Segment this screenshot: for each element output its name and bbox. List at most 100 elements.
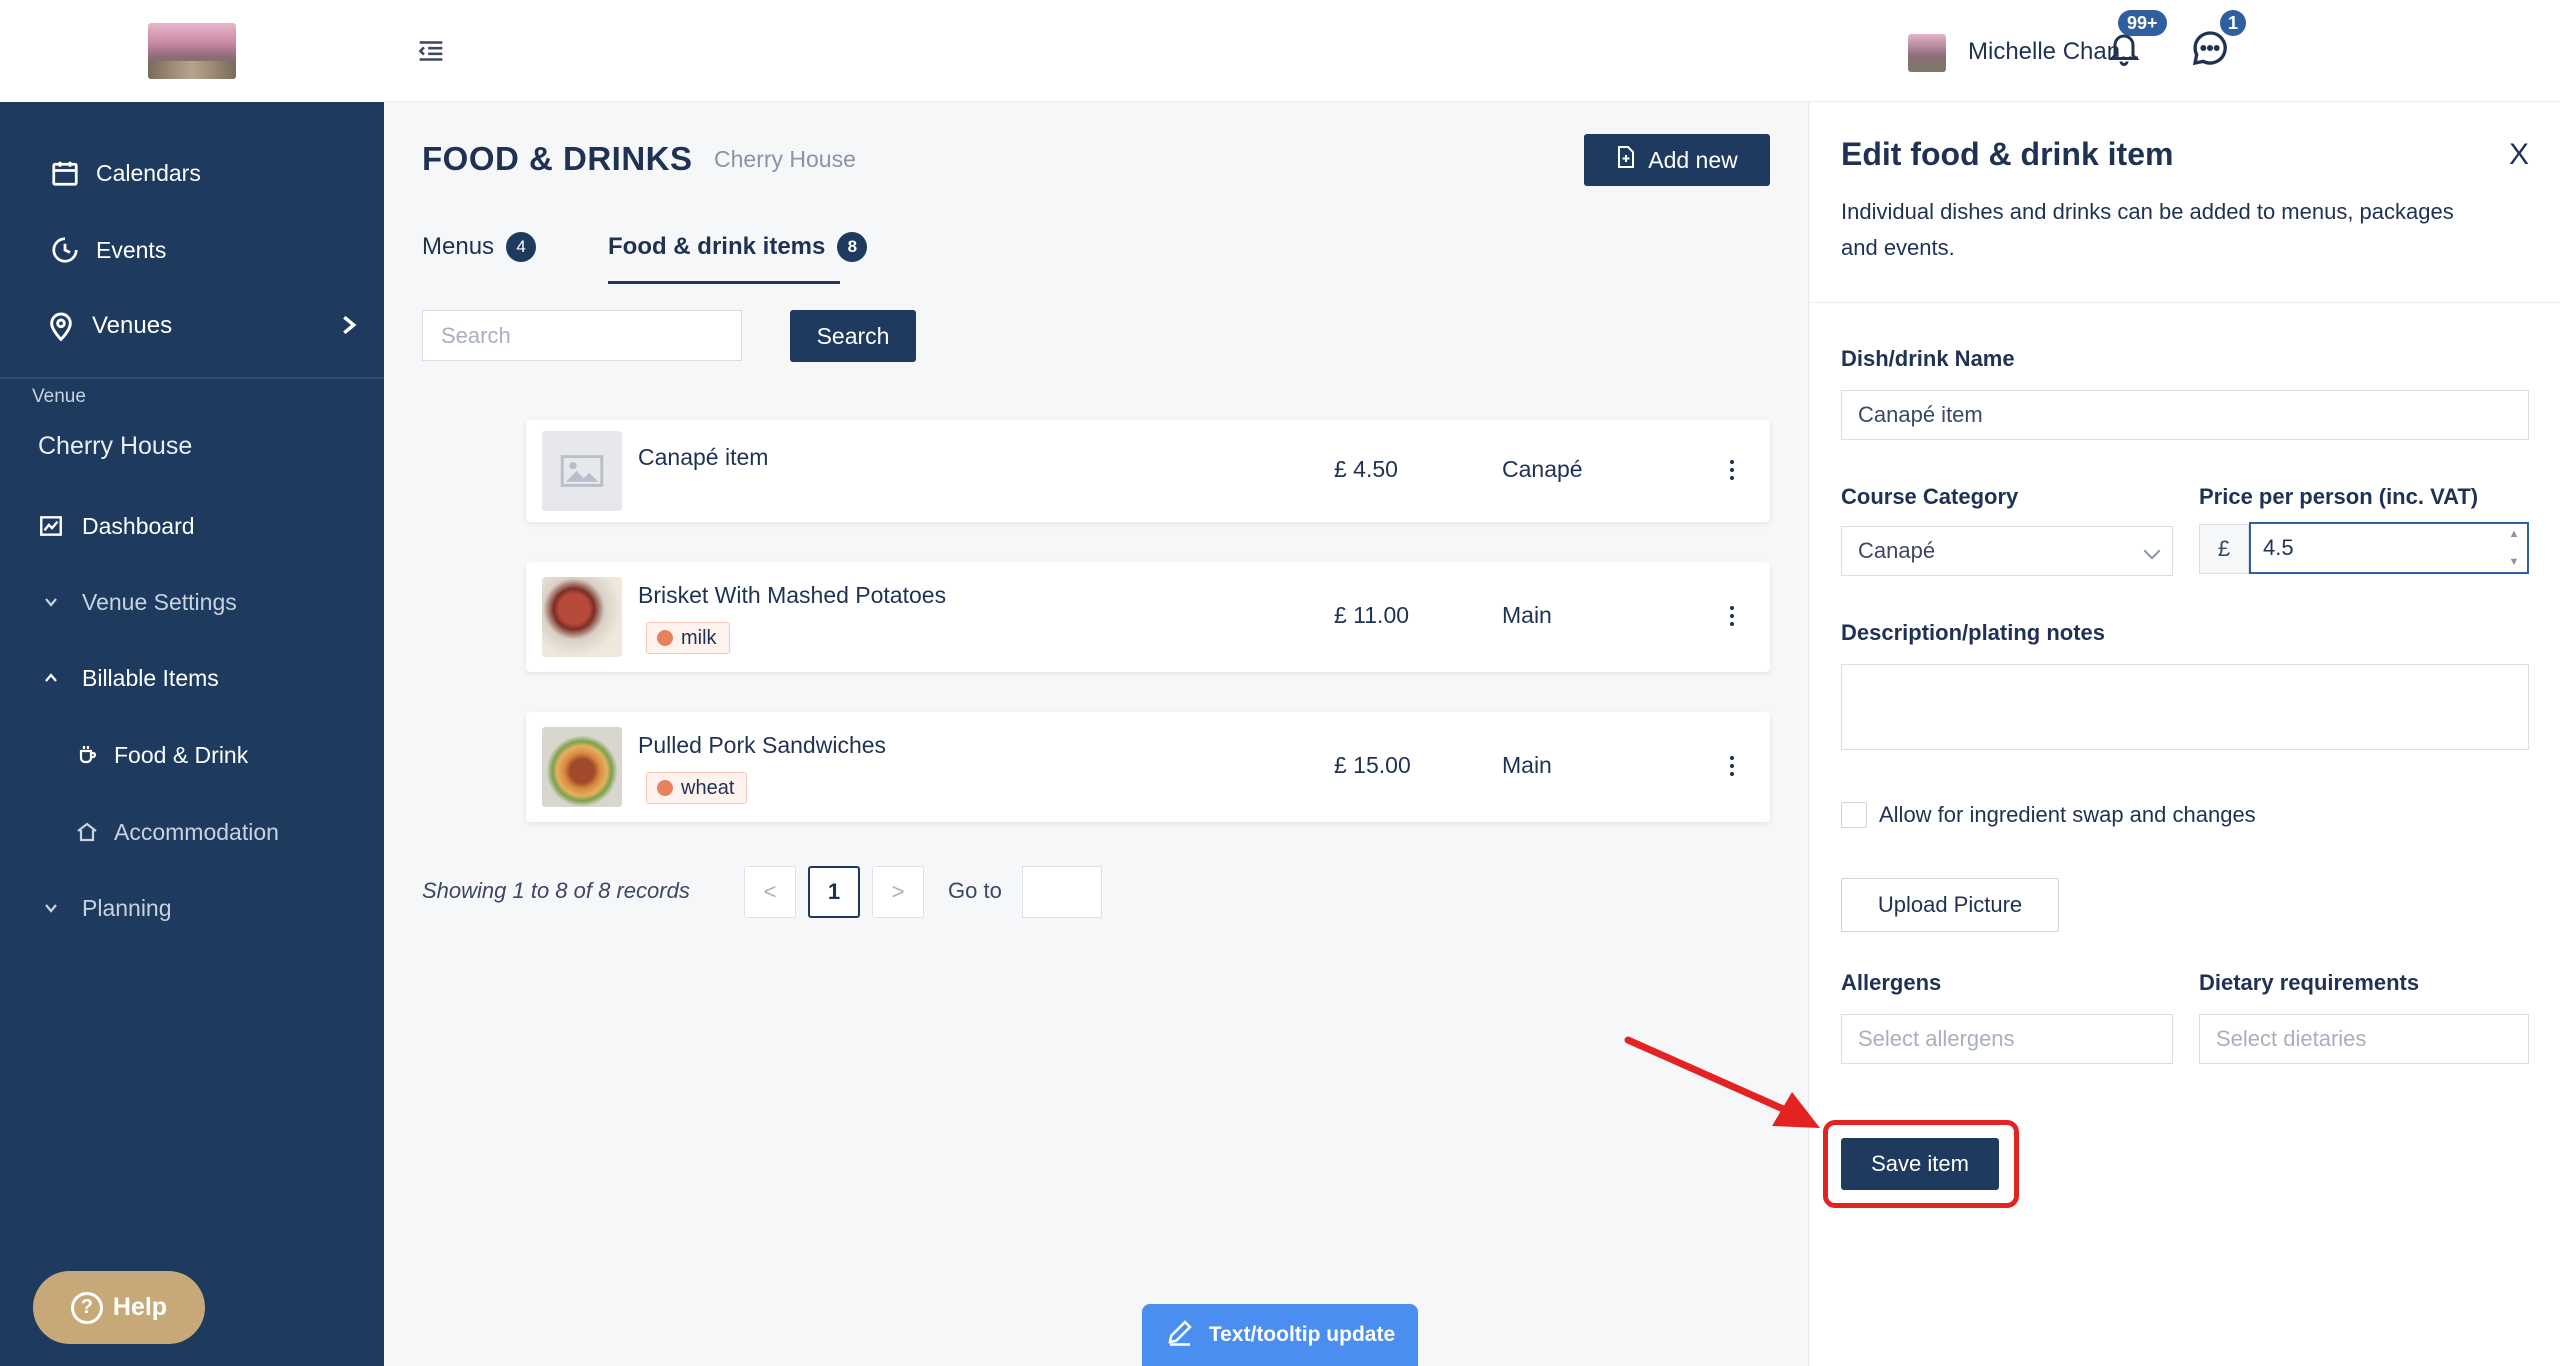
allergen-icon xyxy=(657,630,673,646)
course-label: Course Category xyxy=(1841,484,2019,509)
location-pin-icon xyxy=(44,309,78,343)
dietary-label: Dietary requirements xyxy=(2199,970,2420,995)
help-label: Help xyxy=(112,1293,168,1321)
annotation-arrow xyxy=(1624,1036,1820,1128)
panel-description: Individual dishes and drinks can be adde… xyxy=(1841,199,2454,260)
allergens-select[interactable]: Select allergens xyxy=(1841,1014,2173,1064)
next-page-button[interactable]: > xyxy=(872,866,924,918)
messages-badge: 1 xyxy=(2220,10,2247,36)
list-item[interactable]: Pulled Pork Sandwiches wheat £ 15.00 Mai… xyxy=(526,712,1770,822)
chevron-down-icon xyxy=(2143,542,2161,560)
save-item-button[interactable]: Save item xyxy=(1841,1138,1999,1190)
add-new-label: Add new xyxy=(1648,146,1738,173)
allergen-tag: wheat xyxy=(646,772,748,804)
text-tooltip-update-button[interactable]: Text/tooltip update xyxy=(1142,1304,1418,1366)
description-label: Description/plating notes xyxy=(1841,620,2106,645)
cup-icon xyxy=(70,738,104,772)
sidebar-divider xyxy=(0,377,384,379)
tab-label: Menus xyxy=(422,233,495,260)
search-button[interactable]: Search xyxy=(790,310,916,362)
sidebar-item-events[interactable]: Events xyxy=(0,220,384,280)
panel-title: Edit food & drink item xyxy=(1841,136,2174,172)
user-name[interactable]: Michelle Chan... xyxy=(1968,38,2140,66)
chat-icon[interactable] xyxy=(2190,28,2230,73)
goto-page-input[interactable] xyxy=(1022,866,1102,918)
course-value: Canapé xyxy=(1858,538,1936,563)
avatar[interactable] xyxy=(1908,34,1946,72)
price-value: 4.5 xyxy=(2263,535,2294,560)
collapse-menu-icon[interactable] xyxy=(414,34,448,68)
tab-food-drink-items[interactable]: Food & drink items 8 xyxy=(608,232,868,262)
course-select[interactable]: Canapé xyxy=(1841,526,2173,576)
allergen-label: milk xyxy=(681,626,717,649)
tooltip-update-label: Text/tooltip update xyxy=(1208,1323,1396,1346)
more-options-icon[interactable] xyxy=(1722,606,1742,626)
item-price: £ 4.50 xyxy=(1334,456,1398,482)
sidebar: Calendars Events Venues Venue Cherry Hou… xyxy=(0,0,384,1366)
tab-count: 8 xyxy=(837,232,868,262)
help-button[interactable]: ? Help xyxy=(33,1271,205,1344)
image-placeholder-icon xyxy=(542,431,622,511)
sidebar-item-dashboard[interactable]: Dashboard xyxy=(0,496,384,556)
more-options-icon[interactable] xyxy=(1722,756,1742,776)
panel-divider xyxy=(1809,302,2560,303)
list-item[interactable]: Canapé item £ 4.50 Canapé xyxy=(526,420,1770,522)
item-thumbnail xyxy=(542,727,622,807)
upload-picture-button[interactable]: Upload Picture xyxy=(1841,878,2059,932)
venue-logo[interactable] xyxy=(148,23,236,79)
logo-area xyxy=(0,0,384,102)
swap-checkbox[interactable] xyxy=(1841,802,1867,828)
item-category: Main xyxy=(1502,602,1552,628)
sidebar-item-calendars[interactable]: Calendars xyxy=(0,143,384,203)
name-field[interactable]: Canapé item xyxy=(1841,390,2529,440)
sidebar-section-label: Venue xyxy=(32,386,86,407)
item-category: Canapé xyxy=(1502,456,1583,482)
close-icon[interactable]: X xyxy=(2509,138,2529,172)
search-input[interactable] xyxy=(422,310,742,361)
top-bar: 99+ 1 Michelle Chan... xyxy=(384,0,2560,102)
item-category: Main xyxy=(1502,752,1552,778)
list-item[interactable]: Brisket With Mashed Potatoes milk £ 11.0… xyxy=(526,562,1770,672)
sidebar-item-label: Events xyxy=(96,236,167,263)
prev-page-button[interactable]: < xyxy=(744,866,796,918)
price-field[interactable]: 4.5 ▲ ▼ xyxy=(2249,522,2529,574)
sidebar-item-label: Billable Items xyxy=(82,664,219,691)
swap-checkbox-label[interactable]: Allow for ingredient swap and changes xyxy=(1879,802,2256,828)
add-new-button[interactable]: Add new xyxy=(1584,134,1770,186)
goto-label: Go to xyxy=(948,878,1002,903)
more-options-icon[interactable] xyxy=(1722,460,1742,480)
allergen-tag: milk xyxy=(646,622,730,654)
chart-icon xyxy=(34,509,68,543)
clock-icon xyxy=(48,233,82,267)
sidebar-item-label: Accommodation xyxy=(114,818,279,845)
sidebar-item-planning[interactable]: Planning xyxy=(0,878,384,938)
question-icon: ? xyxy=(70,1291,103,1324)
stepper-icon[interactable]: ▲ ▼ xyxy=(2505,528,2523,568)
item-thumbnail xyxy=(542,577,622,657)
pagination-summary: Showing 1 to 8 of 8 records xyxy=(422,878,690,903)
sidebar-item-billable-items[interactable]: Billable Items xyxy=(0,648,384,708)
description-textarea[interactable] xyxy=(1841,664,2529,750)
chevron-right-icon xyxy=(340,314,358,343)
sidebar-item-venue-settings[interactable]: Venue Settings xyxy=(0,572,384,632)
sidebar-item-venues[interactable]: Venues xyxy=(0,296,384,356)
tab-menus[interactable]: Menus 4 xyxy=(422,232,537,262)
sidebar-item-accommodation[interactable]: Accommodation xyxy=(0,802,384,862)
tab-label: Food & drink items xyxy=(608,233,826,260)
item-price: £ 15.00 xyxy=(1334,752,1411,778)
notifications-badge: 99+ xyxy=(2118,10,2167,36)
name-label: Dish/drink Name xyxy=(1841,346,2015,371)
sidebar-item-food-drink[interactable]: Food & Drink xyxy=(0,725,384,785)
pencil-icon xyxy=(1165,1317,1195,1353)
page-number-button[interactable]: 1 xyxy=(808,866,860,918)
allergen-label: wheat xyxy=(681,776,735,799)
edit-item-panel: Edit food & drink item X Individual dish… xyxy=(1808,102,2560,1366)
item-name: Brisket With Mashed Potatoes xyxy=(638,582,947,608)
tab-count: 4 xyxy=(506,232,537,262)
sidebar-item-label: Dashboard xyxy=(82,512,195,539)
allergens-label: Allergens xyxy=(1841,970,1942,995)
chevron-up-icon xyxy=(34,661,68,695)
chevron-down-icon xyxy=(34,585,68,619)
price-label: Price per person (inc. VAT) xyxy=(2199,484,2479,509)
dietary-select[interactable]: Select dietaries xyxy=(2199,1014,2529,1064)
